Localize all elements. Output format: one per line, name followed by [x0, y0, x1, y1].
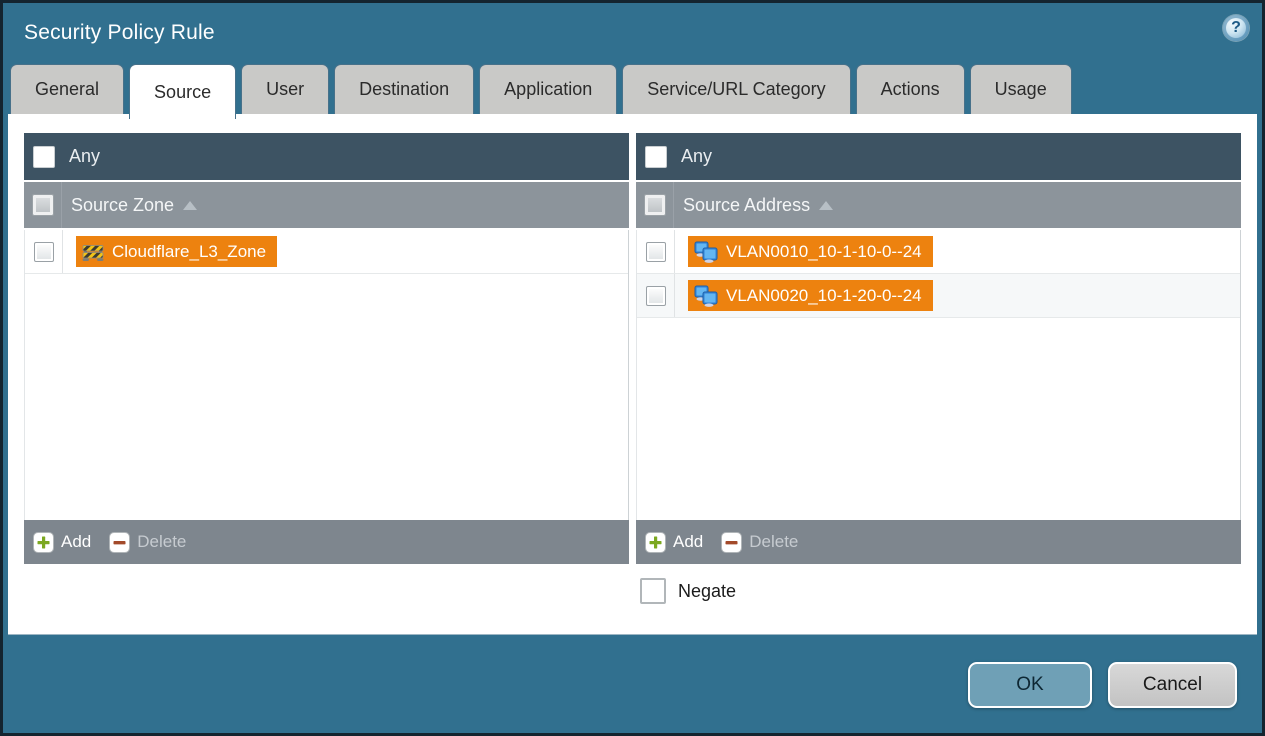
tab-source[interactable]: Source [129, 64, 237, 119]
delete-minus-icon [109, 531, 131, 553]
zone-delete-label: Delete [137, 532, 187, 551]
source-tab-content: Any Source Zone Cloudflare_L3_Zone Add D… [8, 114, 1257, 635]
address-row-checkbox-cell [637, 230, 675, 273]
zone-any-checkbox[interactable] [33, 145, 55, 168]
zone-any-label: Any [69, 146, 101, 166]
ok-button[interactable]: OK [968, 662, 1092, 708]
zone-any-header: Any [24, 133, 629, 180]
address-any-checkbox[interactable] [645, 145, 667, 168]
sort-ascending-icon [819, 201, 834, 210]
negate-checkbox[interactable] [640, 578, 666, 604]
negate-row: Negate [640, 578, 1257, 604]
address-column-text: Source Address [683, 194, 811, 215]
tab-usage[interactable]: Usage [969, 64, 1072, 114]
zone-object-badge[interactable]: Cloudflare_L3_Zone [76, 236, 278, 267]
address-select-all-checkbox[interactable] [643, 194, 666, 216]
address-select-all-cell [636, 182, 674, 228]
dialog-button-bar: OK Cancel [3, 635, 1262, 708]
tab-user[interactable]: User [241, 64, 330, 114]
zone-list: Cloudflare_L3_Zone [24, 230, 629, 520]
address-add-button[interactable]: Add [645, 531, 704, 553]
address-object-badge[interactable]: VLAN0020_10-1-20-0--24 [688, 280, 933, 311]
table-row[interactable]: VLAN0020_10-1-20-0--24 [637, 274, 1240, 318]
zone-add-label: Add [61, 532, 92, 551]
zone-object-label: Cloudflare_L3_Zone [112, 241, 267, 261]
source-address-panel: Any Source Address VLAN0010_10-1-10-0--2… [636, 133, 1241, 564]
cancel-button[interactable]: Cancel [1108, 662, 1237, 708]
tab-service-url-category[interactable]: Service/URL Category [622, 64, 851, 114]
zone-icon [82, 242, 104, 262]
address-icon [694, 241, 718, 263]
help-icon[interactable]: ? [1223, 15, 1249, 41]
negate-label: Negate [678, 580, 737, 601]
zone-toolbar: Add Delete [24, 520, 629, 564]
address-row-checkbox-cell [637, 274, 675, 317]
tab-actions[interactable]: Actions [855, 64, 965, 114]
delete-minus-icon [721, 531, 743, 553]
zone-column-header[interactable]: Source Zone [24, 182, 629, 228]
address-icon [694, 285, 718, 307]
zone-select-all-cell [24, 182, 62, 228]
dialog-title: Security Policy Rule [24, 21, 215, 44]
zone-row-checkbox-cell [25, 230, 63, 273]
address-delete-button[interactable]: Delete [721, 531, 799, 553]
zone-row-checkbox[interactable] [33, 241, 54, 262]
tab-destination[interactable]: Destination [334, 64, 475, 114]
address-toolbar: Add Delete [636, 520, 1241, 564]
tab-strip: General Source User Destination Applicat… [3, 63, 1262, 119]
table-row[interactable]: Cloudflare_L3_Zone [25, 230, 628, 274]
address-add-label: Add [673, 532, 704, 551]
address-column-label: Source Address [674, 194, 834, 216]
address-row-checkbox[interactable] [645, 241, 666, 262]
address-list: VLAN0010_10-1-10-0--24 VLAN0020_10-1-20-… [636, 230, 1241, 520]
address-object-label: VLAN0010_10-1-10-0--24 [726, 241, 922, 261]
zone-add-button[interactable]: Add [33, 531, 92, 553]
zone-select-all-checkbox[interactable] [31, 194, 54, 216]
address-object-label: VLAN0020_10-1-20-0--24 [726, 285, 922, 305]
titlebar: Security Policy Rule ? [3, 3, 1262, 63]
add-plus-icon [645, 531, 666, 553]
source-zone-panel: Any Source Zone Cloudflare_L3_Zone Add D… [24, 133, 629, 564]
sort-ascending-icon [183, 201, 198, 210]
panels-container: Any Source Zone Cloudflare_L3_Zone Add D… [8, 114, 1257, 564]
address-any-header: Any [636, 133, 1241, 180]
address-any-label: Any [681, 146, 713, 166]
security-policy-rule-dialog: Security Policy Rule ? General Source Us… [0, 0, 1265, 736]
address-object-badge[interactable]: VLAN0010_10-1-10-0--24 [688, 236, 933, 267]
table-row[interactable]: VLAN0010_10-1-10-0--24 [637, 230, 1240, 274]
address-column-header[interactable]: Source Address [636, 182, 1241, 228]
address-row-checkbox[interactable] [645, 285, 666, 306]
address-delete-label: Delete [749, 532, 799, 551]
zone-delete-button[interactable]: Delete [109, 531, 187, 553]
tab-general[interactable]: General [10, 64, 125, 114]
zone-column-text: Source Zone [71, 194, 175, 215]
zone-column-label: Source Zone [62, 194, 198, 216]
tab-application[interactable]: Application [479, 64, 618, 114]
add-plus-icon [33, 531, 54, 553]
